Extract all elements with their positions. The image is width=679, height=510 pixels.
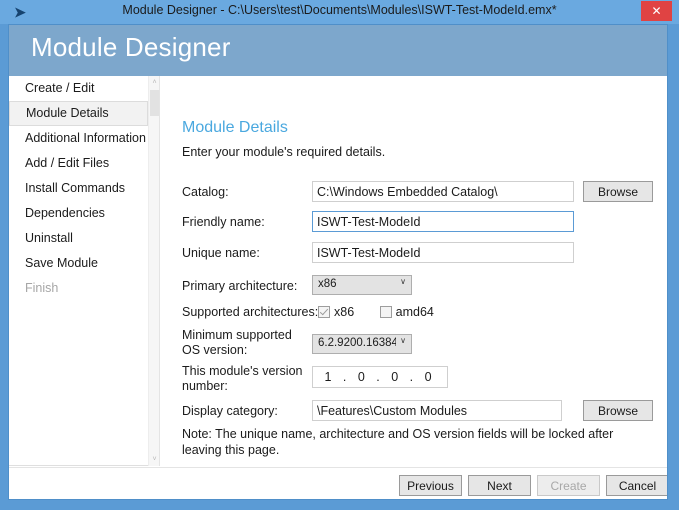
checkbox-x86-label: x86	[334, 305, 355, 319]
next-button[interactable]: Next	[468, 475, 531, 496]
close-icon[interactable]: ✕	[641, 1, 672, 21]
chevron-down-icon: ∨	[400, 277, 406, 286]
checkbox-amd64-label: amd64	[395, 305, 434, 319]
min-os-version-value: 6.2.9200.16384	[318, 337, 396, 349]
sidebar-nav: Create / Edit Module Details Additional …	[9, 76, 148, 301]
banner: Module Designer	[9, 25, 667, 76]
client-area: Module Designer Create / Edit Module Det…	[8, 24, 668, 500]
min-os-version-select[interactable]: 6.2.9200.16384 ∨	[312, 334, 412, 354]
catalog-label: Catalog:	[182, 185, 229, 199]
chevron-down-icon: ∨	[400, 336, 406, 345]
sidebar-item-finish: Finish	[25, 281, 59, 295]
checkbox-x86[interactable]: x86	[318, 305, 354, 319]
display-category-input[interactable]	[312, 400, 562, 421]
sidebar-item-additional-information[interactable]: Additional Information	[9, 126, 148, 151]
primary-architecture-value: x86	[318, 278, 337, 290]
checkbox-amd64-box[interactable]	[379, 306, 392, 318]
friendly-name-input[interactable]	[312, 211, 574, 232]
page-title: Module Designer	[31, 32, 231, 62]
title-bar: ➤ Module Designer - C:\Users\test\Docume…	[0, 0, 679, 24]
unique-name-input[interactable]	[312, 242, 574, 263]
sidebar: Create / Edit Module Details Additional …	[9, 76, 159, 466]
note-text: Note: The unique name, architecture and …	[182, 427, 614, 457]
window-title: Module Designer - C:\Users\test\Document…	[122, 3, 557, 17]
supported-architectures-group: x86 amd64	[318, 305, 456, 319]
catalog-input[interactable]	[312, 181, 574, 202]
scrollbar-thumb[interactable]	[150, 90, 159, 116]
friendly-name-label: Friendly name:	[182, 215, 265, 229]
primary-architecture-select[interactable]: x86 ∨	[312, 275, 412, 295]
sidebar-item-install-commands[interactable]: Install Commands	[9, 176, 148, 201]
checkbox-amd64[interactable]: amd64	[379, 305, 434, 319]
checkbox-x86-box[interactable]	[318, 306, 330, 318]
create-button: Create	[537, 475, 600, 496]
sidebar-item-uninstall[interactable]: Uninstall	[9, 226, 148, 251]
section-subheading: Enter your module's required details.	[182, 145, 386, 159]
catalog-browse-button[interactable]: Browse	[583, 181, 653, 202]
sidebar-item-module-details[interactable]: Module Details	[9, 101, 148, 126]
module-version-label: This module's version number:	[182, 364, 303, 393]
sidebar-item-save-module[interactable]: Save Module	[9, 251, 148, 276]
primary-architecture-label: Primary architecture:	[182, 279, 298, 293]
supported-architectures-label: Supported architectures:	[182, 305, 319, 319]
main-content: Module Details Enter your module's requi…	[160, 76, 667, 466]
previous-button[interactable]: Previous	[399, 475, 462, 496]
module-designer-window: ➤ Module Designer - C:\Users\test\Docume…	[0, 0, 679, 510]
min-os-version-label: Minimum supported OS version:	[182, 328, 292, 357]
sidebar-item-add-edit-files[interactable]: Add / Edit Files	[9, 151, 148, 176]
sidebar-scrollbar[interactable]: ˄ ˅	[148, 76, 159, 466]
unique-name-label: Unique name:	[182, 246, 260, 260]
section-heading: Module Details	[182, 119, 288, 136]
sidebar-item-create-edit[interactable]: Create / Edit	[9, 76, 148, 101]
sidebar-item-dependencies[interactable]: Dependencies	[9, 201, 148, 226]
display-category-browse-button[interactable]: Browse	[583, 400, 653, 421]
cancel-button[interactable]: Cancel	[606, 475, 667, 496]
footer-bar: Previous Next Create Cancel	[9, 467, 667, 499]
display-category-label: Display category:	[182, 404, 278, 418]
module-version-input[interactable]	[312, 366, 448, 388]
